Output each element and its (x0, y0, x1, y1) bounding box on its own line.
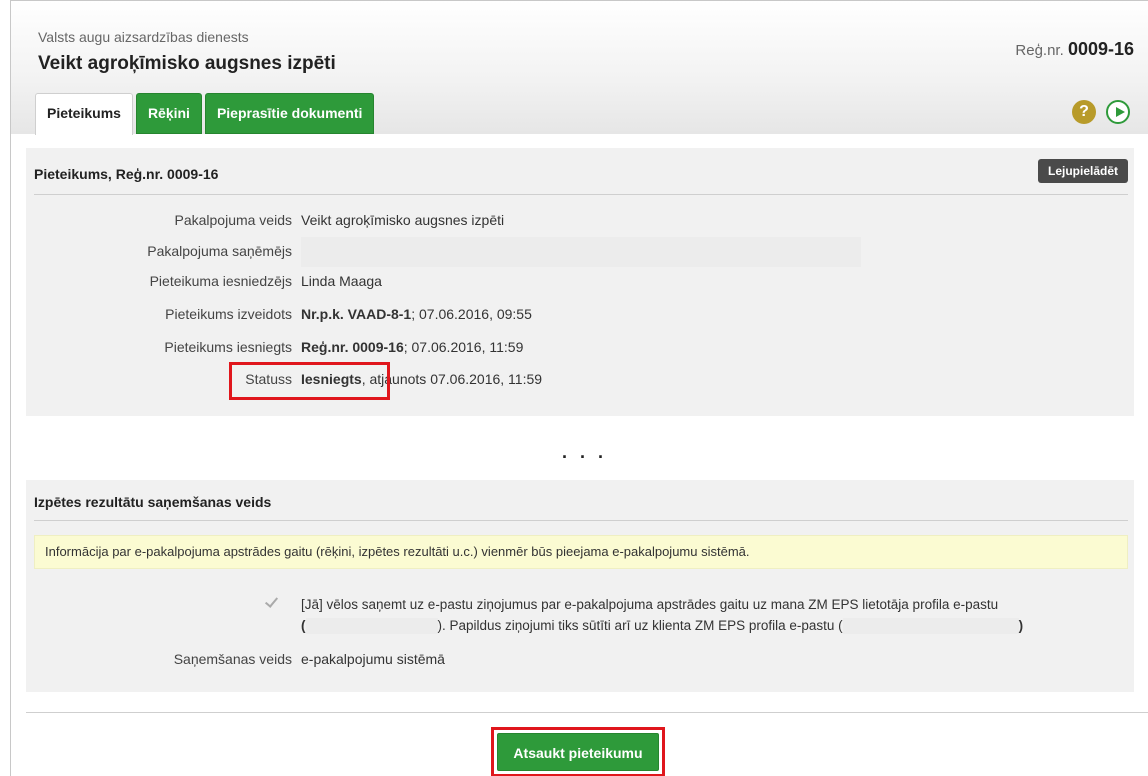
status-highlight (229, 362, 390, 400)
play-icon[interactable] (1106, 100, 1130, 124)
info-notice: Informācija par e-pakalpojuma apstrādes … (34, 535, 1128, 569)
results-panel-title: Izpētes rezultātu saņemšanas veids (34, 494, 272, 510)
field-created: Pieteikums izveidots Nr.p.k. VAAD-8-1; 0… (26, 306, 1134, 326)
field-service-type: Pakalpojuma veids Veikt agroķīmisko augs… (26, 212, 1134, 232)
redacted-email (305, 618, 438, 635)
tab-application[interactable]: Pieteikums (35, 93, 133, 135)
reg-value: 0009-16 (1067, 39, 1134, 59)
field-status: Statuss Iesniegts, atjaunots 07.06.2016,… (26, 371, 1134, 391)
download-button[interactable]: Lejupielādēt (1037, 159, 1128, 183)
created-ref: Nr.p.k. VAAD-8-1 (301, 306, 412, 322)
field-label: Pieteikums iesniegts (164, 339, 292, 355)
field-label: Pieteikuma iesniedzējs (149, 273, 292, 289)
field-value: Linda Maaga (301, 273, 382, 289)
redacted-email (842, 618, 1019, 635)
receive-method-value: e-pakalpojumu sistēmā (301, 651, 445, 667)
divider (26, 712, 1148, 713)
submitted-date: ; 07.06.2016, 11:59 (403, 339, 524, 355)
created-date: ; 07.06.2016, 09:55 (411, 306, 532, 322)
application-panel: Pieteikums, Reģ.nr. 0009-16 Lejupielādēt… (26, 148, 1134, 416)
withdraw-application-button[interactable]: Atsaukt pieteikumu (497, 733, 659, 771)
close-paren: ) (1018, 618, 1024, 633)
field-submitted: Pieteikums iesniegts Reģ.nr. 0009-16; 07… (26, 339, 1134, 359)
help-icon[interactable]: ? (1072, 100, 1096, 124)
divider (34, 194, 1128, 195)
email-consent-text: [Jā] vēlos saņemt uz e-pastu ziņojumus p… (301, 594, 1131, 636)
consent-text-2: ). Papildus ziņojumi tiks sūtīti arī uz … (437, 618, 843, 633)
divider (34, 520, 1128, 521)
tab-invoices[interactable]: Rēķini (135, 93, 202, 134)
email-consent-checkbox[interactable] (264, 594, 280, 610)
tab-requested-documents[interactable]: Pieprasītie dokumenti (204, 93, 375, 134)
application-panel-title: Pieteikums, Reģ.nr. 0009-16 (34, 166, 219, 182)
page-header: Valsts augu aizsardzības dienests Veikt … (11, 1, 1148, 135)
reg-label: Reģ.nr. (1015, 42, 1064, 59)
consent-text: [Jā] vēlos saņemt uz e-pastu ziņojumus p… (301, 597, 999, 612)
redacted-value (301, 237, 861, 267)
field-submitter: Pieteikuma iesniedzējs Linda Maaga (26, 273, 1134, 293)
field-value: Nr.p.k. VAAD-8-1; 07.06.2016, 09:55 (301, 306, 532, 322)
field-label: Pakalpojuma saņēmējs (147, 243, 292, 259)
field-recipient: Pakalpojuma saņēmējs (26, 237, 1134, 267)
submitted-ref: Reģ.nr. 0009-16 (301, 339, 404, 355)
tab-bar: Pieteikums Rēķini Pieprasītie dokumenti (35, 93, 377, 135)
organization-name: Valsts augu aizsardzības dienests (38, 29, 249, 45)
cancel-highlight: Atsaukt pieteikumu (491, 727, 665, 776)
ellipsis: . . . (562, 442, 608, 462)
results-delivery-panel: Izpētes rezultātu saņemšanas veids Infor… (26, 480, 1134, 692)
registration-number: Reģ.nr. 0009-16 (1015, 39, 1134, 60)
field-label: Pakalpojuma veids (174, 212, 292, 228)
page-title: Veikt agroķīmisko augsnes izpēti (38, 53, 336, 74)
receive-method-label: Saņemšanas veids (173, 651, 292, 667)
field-label: Pieteikums izveidots (165, 306, 292, 322)
field-value: Reģ.nr. 0009-16; 07.06.2016, 11:59 (301, 339, 523, 355)
field-value: Veikt agroķīmisko augsnes izpēti (301, 212, 505, 228)
